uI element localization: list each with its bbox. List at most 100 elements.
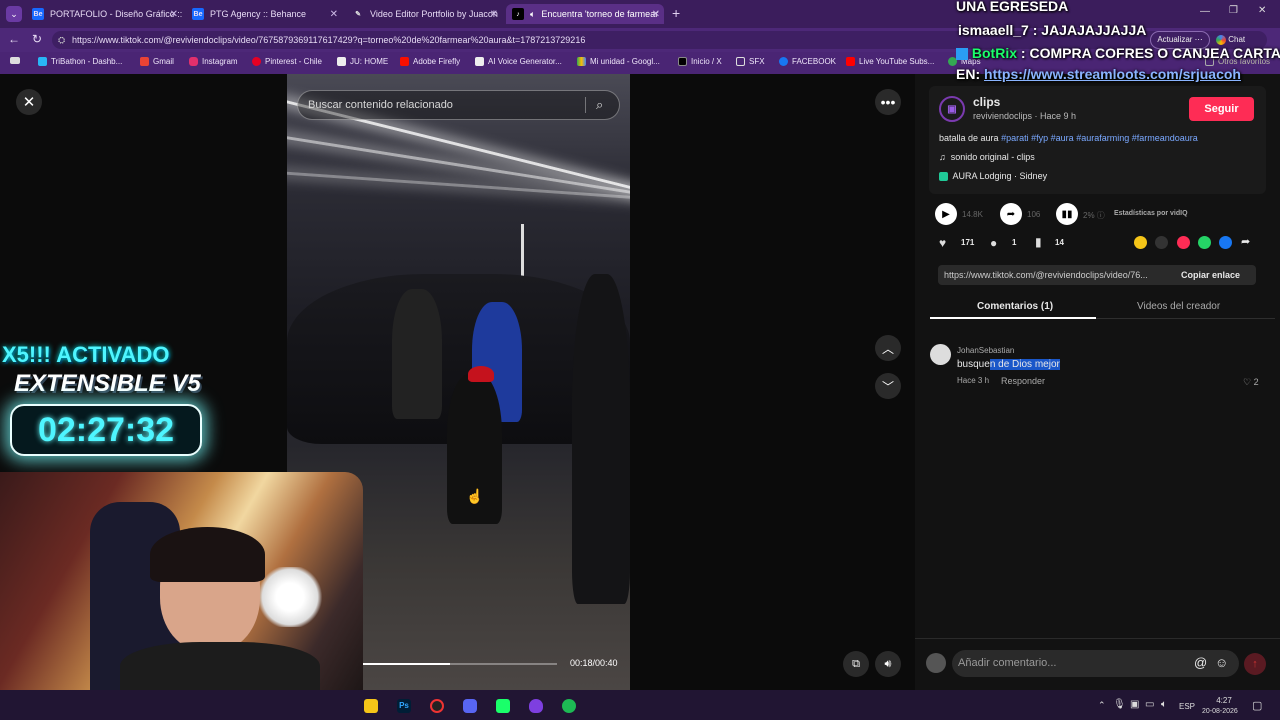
tab-tiktok-active[interactable]: ♪ 🔈︎ Encuentra 'torneo de farmear ✕ bbox=[506, 4, 664, 24]
hashtag-link[interactable]: #fyp bbox=[1031, 133, 1048, 143]
commenter-avatar[interactable] bbox=[930, 344, 951, 365]
music-note-icon: ♫ bbox=[939, 152, 946, 162]
discord-icon[interactable] bbox=[463, 699, 477, 713]
tab-portafolio[interactable]: Be PORTAFOLIO - Diseño Gráfico :: Be ✕ bbox=[26, 4, 182, 24]
behance-icon: Be bbox=[192, 8, 204, 20]
bookmark-facebook[interactable]: FACEBOOK bbox=[779, 57, 836, 66]
send-icon[interactable] bbox=[1177, 236, 1190, 249]
bookmark-live-youtube[interactable]: Live YouTube Subs... bbox=[846, 57, 934, 66]
hashtag-link[interactable]: #parati bbox=[1001, 133, 1029, 143]
bookmark-ai-voice[interactable]: AI Voice Generator... bbox=[475, 57, 562, 66]
play-icon[interactable]: ▶ bbox=[935, 203, 957, 225]
speaker-icon[interactable]: 🔈︎ bbox=[530, 9, 535, 20]
bookmark-tribathon[interactable]: TriBathon - Dashb... bbox=[38, 57, 122, 66]
close-tab-icon[interactable]: ✕ bbox=[330, 9, 338, 20]
reload-icon[interactable]: ↻ bbox=[32, 32, 42, 46]
comment-icon[interactable]: ● bbox=[990, 236, 997, 250]
search-icon[interactable]: ⌕ bbox=[596, 91, 603, 119]
hashtag-link[interactable]: #aurafarming bbox=[1076, 133, 1129, 143]
stats-bars-icon[interactable]: ▮▮ bbox=[1056, 203, 1078, 225]
more-options-icon[interactable]: ••• bbox=[875, 89, 901, 115]
bookmark-ju-home[interactable]: JU: HOME bbox=[337, 57, 388, 66]
bot-badge-icon bbox=[956, 48, 968, 61]
related-search-input[interactable]: Buscar contenido relacionado ⌕ bbox=[297, 90, 620, 120]
windows-taskbar bbox=[0, 690, 1280, 720]
more-share-arrow-icon[interactable]: ➦ bbox=[1241, 235, 1250, 248]
location-link[interactable]: AURA Lodging · Sidney bbox=[939, 171, 1047, 182]
tab-comments[interactable]: Comentarios (1) bbox=[977, 301, 1053, 312]
close-tab-icon[interactable]: ✕ bbox=[652, 9, 660, 20]
author-handle[interactable]: reviviendoclips bbox=[973, 111, 1032, 121]
network-icon[interactable]: ▭ bbox=[1145, 699, 1154, 710]
bookmarks-menu-icon[interactable] bbox=[10, 57, 20, 64]
comment-text-part: busque bbox=[957, 359, 990, 370]
mention-icon[interactable]: @ bbox=[1194, 655, 1207, 670]
sound-link[interactable]: ♫ sonido original - clips bbox=[939, 152, 1035, 162]
follow-button[interactable]: Seguir bbox=[1189, 97, 1254, 121]
bookmark-label: Instagram bbox=[202, 57, 238, 66]
bookmark-instagram[interactable]: Instagram bbox=[189, 57, 238, 66]
bookmark-gmail[interactable]: Gmail bbox=[140, 57, 174, 66]
tray-chevron-icon[interactable]: ⌃ bbox=[1098, 700, 1106, 711]
tray-app-icon[interactable]: ▣ bbox=[1130, 699, 1139, 710]
notifications-icon[interactable]: ▢ bbox=[1252, 699, 1262, 712]
clock-date[interactable]: 20-08-2026 bbox=[1202, 708, 1238, 715]
video-description: batalla de aura #parati #fyp #aura #aura… bbox=[939, 133, 1198, 143]
spotify-icon[interactable] bbox=[562, 699, 576, 713]
kick-icon[interactable] bbox=[496, 699, 510, 713]
tab-menu-chevron-icon[interactable]: ⌄ bbox=[6, 6, 22, 22]
copy-link-button[interactable]: Copiar enlace bbox=[1181, 270, 1240, 280]
emoji-icon[interactable]: ☺ bbox=[1215, 655, 1228, 670]
back-arrow-icon[interactable]: ← bbox=[8, 32, 20, 46]
file-explorer-icon[interactable] bbox=[364, 699, 378, 713]
hashtag-link[interactable]: #aura bbox=[1051, 133, 1074, 143]
previous-video-chevron-up-icon[interactable]: ︿ bbox=[875, 335, 901, 361]
floating-player-icon[interactable]: ⧉ bbox=[843, 651, 869, 677]
bookmark-icon[interactable]: ▮ bbox=[1035, 235, 1042, 249]
photoshop-icon[interactable]: Ps bbox=[397, 699, 411, 713]
tab-label: Video Editor Portfolio by Juacoh bbox=[370, 9, 498, 19]
coin-icon[interactable] bbox=[1134, 236, 1147, 249]
embed-icon[interactable] bbox=[1155, 236, 1168, 249]
bookmark-adobe-firefly[interactable]: Adobe Firefly bbox=[400, 57, 460, 66]
close-icon[interactable]: ✕ bbox=[16, 89, 42, 115]
avatar[interactable]: ▣ bbox=[939, 96, 965, 122]
next-video-chevron-down-icon[interactable]: ﹀ bbox=[875, 373, 901, 399]
bookmark-sfx[interactable]: SFX bbox=[736, 57, 765, 66]
obs-icon[interactable] bbox=[430, 699, 444, 713]
tab-video-editor[interactable]: ✎ Video Editor Portfolio by Juacoh ✕ bbox=[346, 4, 502, 24]
info-icon[interactable]: ⓘ bbox=[1097, 211, 1105, 220]
tiktok-icon: ♪ bbox=[512, 8, 524, 20]
comment-username[interactable]: JohanSebastian bbox=[957, 346, 1014, 355]
volume-icon[interactable]: 🔊︎ bbox=[875, 651, 901, 677]
comment-like[interactable]: ♡ 2 bbox=[1243, 377, 1259, 388]
reply-button[interactable]: Responder bbox=[1001, 376, 1045, 386]
vidiq-stats[interactable]: Estadísticas por vidIQ bbox=[1114, 210, 1188, 217]
tab-ptg-agency[interactable]: Be PTG Agency :: Behance ✕ bbox=[186, 4, 342, 24]
bookmark-pinterest[interactable]: Pinterest - Chile bbox=[252, 57, 322, 66]
tab-creator-videos[interactable]: Videos del creador bbox=[1137, 301, 1220, 312]
microphone-icon[interactable]: 🎙︎ bbox=[1113, 699, 1126, 710]
language-indicator[interactable]: ESP bbox=[1179, 702, 1195, 711]
close-tab-icon[interactable]: ✕ bbox=[170, 9, 178, 20]
share-arrow-icon[interactable]: ➦ bbox=[1000, 203, 1022, 225]
heart-icon[interactable]: ♥ bbox=[939, 236, 946, 250]
bookmark-drive[interactable]: Mi unidad - Googl... bbox=[577, 57, 660, 66]
whatsapp-icon[interactable] bbox=[1198, 236, 1211, 249]
facebook-icon[interactable] bbox=[1219, 236, 1232, 249]
video-link[interactable]: https://www.tiktok.com/@reviviendoclips/… bbox=[944, 270, 1148, 280]
site-info-icon[interactable]: ⛭ bbox=[58, 31, 65, 49]
clock-time[interactable]: 4:27 bbox=[1212, 696, 1236, 705]
speaker-tray-icon[interactable]: 🔈︎ bbox=[1161, 699, 1167, 710]
close-tab-icon[interactable]: ✕ bbox=[490, 9, 498, 20]
app-icon[interactable] bbox=[529, 699, 543, 713]
new-tab-plus-icon[interactable]: + bbox=[672, 5, 680, 21]
stat-percent: 2% ⓘ bbox=[1083, 210, 1105, 221]
bookmark-label: Adobe Firefly bbox=[413, 57, 461, 66]
author-name[interactable]: clips bbox=[973, 95, 1000, 109]
youtube-icon bbox=[846, 57, 855, 66]
send-comment-icon[interactable]: ↑ bbox=[1244, 653, 1266, 675]
bookmark-x[interactable]: Inicio / X bbox=[678, 57, 722, 66]
hashtag-link[interactable]: #farmeandoaura bbox=[1132, 133, 1198, 143]
comment-placeholder: Añadir comentario... bbox=[958, 657, 1057, 669]
